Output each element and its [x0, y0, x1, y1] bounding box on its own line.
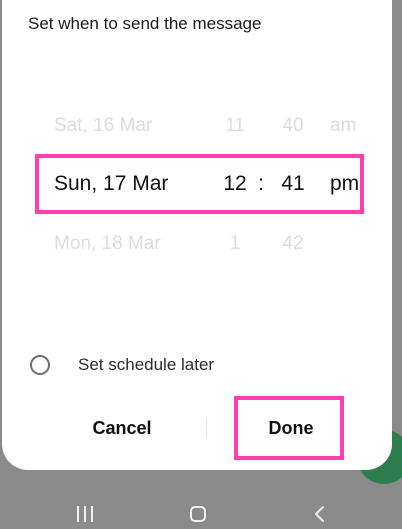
schedule-dialog: Set when to send the message Sat, 16 Mar… [2, 0, 392, 470]
picker-hour-selected[interactable]: 12 [220, 164, 250, 204]
cancel-button[interactable]: Cancel [62, 408, 182, 448]
recents-icon[interactable] [76, 506, 94, 522]
picker-minute-next[interactable]: 42 [278, 224, 308, 264]
picker-time-separator: : [258, 172, 264, 195]
picker-row-selected[interactable]: Sun, 17 Mar 12 : 41 pm [2, 164, 392, 204]
back-icon[interactable] [312, 504, 328, 524]
picker-date-previous[interactable]: Sat, 16 Mar [54, 106, 152, 146]
system-navigation-bar [0, 490, 402, 527]
picker-minute-previous[interactable]: 40 [278, 106, 308, 146]
home-icon[interactable] [190, 506, 206, 522]
picker-row-next[interactable]: Mon, 18 Mar 1 42 [2, 224, 392, 264]
picker-hour-next[interactable]: 1 [220, 224, 250, 264]
done-button[interactable]: Done [236, 408, 346, 448]
picker-hour-previous[interactable]: 11 [220, 106, 250, 146]
schedule-later-option[interactable]: Set schedule later [30, 350, 214, 380]
picker-date-next[interactable]: Mon, 18 Mar [54, 224, 161, 264]
picker-ampm-selected[interactable]: pm [330, 164, 359, 204]
schedule-later-radio[interactable] [30, 355, 50, 375]
schedule-later-label: Set schedule later [78, 355, 215, 374]
picker-row-previous[interactable]: Sat, 16 Mar 11 40 am [2, 106, 392, 146]
picker-minute-selected[interactable]: 41 [278, 164, 308, 204]
date-time-picker[interactable]: Sat, 16 Mar 11 40 am Sun, 17 Mar 12 : 41… [2, 100, 392, 280]
dialog-title: Set when to send the message [28, 14, 262, 33]
picker-date-selected[interactable]: Sun, 17 Mar [54, 164, 168, 204]
picker-ampm-previous[interactable]: am [330, 106, 356, 146]
button-divider [206, 418, 207, 438]
